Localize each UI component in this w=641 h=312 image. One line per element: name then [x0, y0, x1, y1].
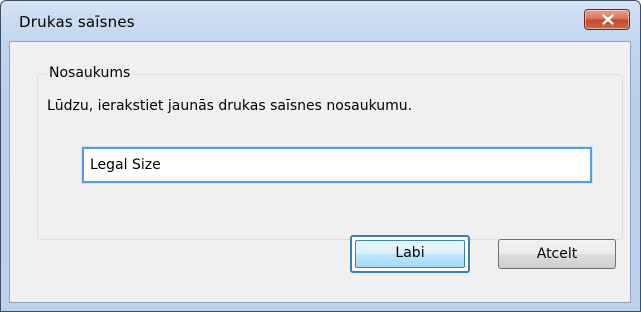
groupbox-legend: Nosaukums — [46, 65, 134, 81]
dialog-body: Nosaukums Lūdzu, ierakstiet jaunās druka… — [9, 41, 631, 303]
window-title: Drukas saīsnes — [19, 13, 135, 31]
name-groupbox: Nosaukums Lūdzu, ierakstiet jaunās druka… — [37, 65, 623, 240]
dialog-window: Drukas saīsnes Nosaukums Lūdzu, ieraksti… — [0, 0, 641, 312]
ok-button[interactable]: Labi — [350, 235, 470, 273]
close-button[interactable] — [584, 9, 630, 30]
instruction-text: Lūdzu, ierakstiet jaunās drukas saīsnes … — [47, 98, 413, 114]
ok-button-label: Labi — [355, 240, 465, 268]
shortcut-name-input[interactable] — [82, 147, 592, 183]
close-icon — [602, 14, 614, 25]
cancel-button[interactable]: Atcelt — [498, 239, 616, 269]
